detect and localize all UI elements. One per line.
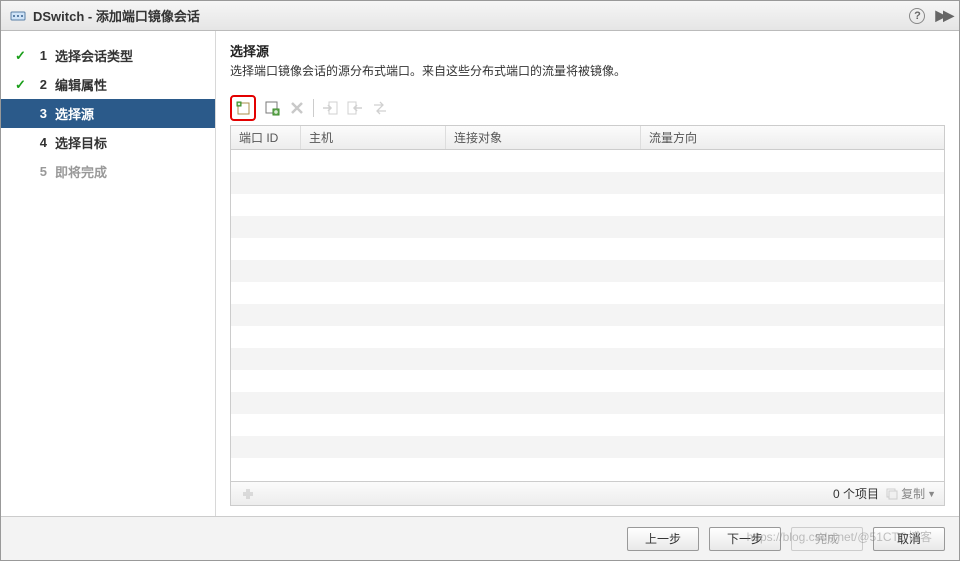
chevron-down-icon: ▼ [927, 489, 936, 499]
content-heading: 选择源 [230, 41, 945, 60]
step-label: 编辑属性 [55, 75, 107, 94]
content-pane: 选择源 选择端口镜像会话的源分布式端口。来自这些分布式端口的流量将被镜像。 [216, 31, 959, 516]
table-row [231, 194, 944, 216]
table-row [231, 348, 944, 370]
table-row [231, 304, 944, 326]
copy-label: 复制 [901, 485, 925, 502]
col-traffic-direction[interactable]: 流量方向 [641, 126, 944, 149]
table-body [231, 150, 944, 481]
table-row [231, 326, 944, 348]
remove-icon [288, 99, 306, 117]
step-label: 即将完成 [55, 162, 107, 181]
step-label: 选择源 [55, 104, 94, 123]
table-row [231, 392, 944, 414]
add-icon[interactable] [234, 99, 252, 117]
copy-button[interactable]: 复制 ▼ [885, 485, 936, 502]
table-row [231, 150, 944, 172]
highlight-box [230, 95, 256, 121]
wizard-steps: 1 选择会话类型 2 编辑属性 3 选择源 4 选择目标 5 即将完成 [1, 31, 216, 516]
wizard-dialog: DSwitch - 添加端口镜像会话 ? ▶▶ 1 选择会话类型 2 编辑属性 … [0, 0, 960, 561]
toolbar [230, 95, 945, 121]
step-number: 3 [35, 106, 47, 121]
ports-table: 端口 ID 主机 连接对象 流量方向 [230, 125, 945, 506]
toolbar-separator [313, 99, 314, 117]
col-connectee[interactable]: 连接对象 [446, 126, 641, 149]
table-row [231, 458, 944, 480]
step-number: 5 [35, 164, 47, 179]
arrow-left-box-icon [346, 99, 364, 117]
cancel-button[interactable]: 取消 [873, 527, 945, 551]
step-ready-complete: 5 即将完成 [1, 157, 215, 186]
back-button[interactable]: 上一步 [627, 527, 699, 551]
table-header: 端口 ID 主机 连接对象 流量方向 [231, 126, 944, 150]
col-port-id[interactable]: 端口 ID [231, 126, 301, 149]
step-select-session-type[interactable]: 1 选择会话类型 [1, 41, 215, 70]
table-row [231, 436, 944, 458]
step-select-target[interactable]: 4 选择目标 [1, 128, 215, 157]
step-label: 选择会话类型 [55, 46, 133, 65]
step-select-source[interactable]: 3 选择源 [1, 99, 215, 128]
item-count: 0 个项目 [833, 485, 879, 502]
switch-icon [9, 7, 27, 25]
checkmark-icon [15, 77, 27, 93]
step-number: 1 [35, 48, 47, 63]
step-edit-properties[interactable]: 2 编辑属性 [1, 70, 215, 99]
table-row [231, 282, 944, 304]
table-row [231, 370, 944, 392]
wizard-footer: 上一步 下一步 完成 取消 [1, 516, 959, 560]
table-footer: 0 个项目 复制 ▼ [231, 481, 944, 505]
step-label: 选择目标 [55, 133, 107, 152]
dialog-title: DSwitch - 添加端口镜像会话 [33, 6, 200, 25]
expand-icon[interactable]: ▶▶ [935, 7, 951, 24]
table-row [231, 238, 944, 260]
finish-button: 完成 [791, 527, 863, 551]
filter-icon[interactable] [239, 485, 257, 503]
table-row [231, 216, 944, 238]
table-row [231, 414, 944, 436]
arrow-right-box-icon [321, 99, 339, 117]
swap-icon [371, 99, 389, 117]
help-icon[interactable]: ? [909, 8, 925, 24]
table-row [231, 172, 944, 194]
checkmark-icon [15, 48, 27, 64]
content-description: 选择端口镜像会话的源分布式端口。来自这些分布式端口的流量将被镜像。 [230, 62, 945, 79]
col-host[interactable]: 主机 [301, 126, 446, 149]
table-row [231, 260, 944, 282]
add-grid-icon[interactable] [263, 99, 281, 117]
title-bar: DSwitch - 添加端口镜像会话 ? ▶▶ [1, 1, 959, 31]
step-number: 2 [35, 77, 47, 92]
step-number: 4 [35, 135, 47, 150]
next-button[interactable]: 下一步 [709, 527, 781, 551]
